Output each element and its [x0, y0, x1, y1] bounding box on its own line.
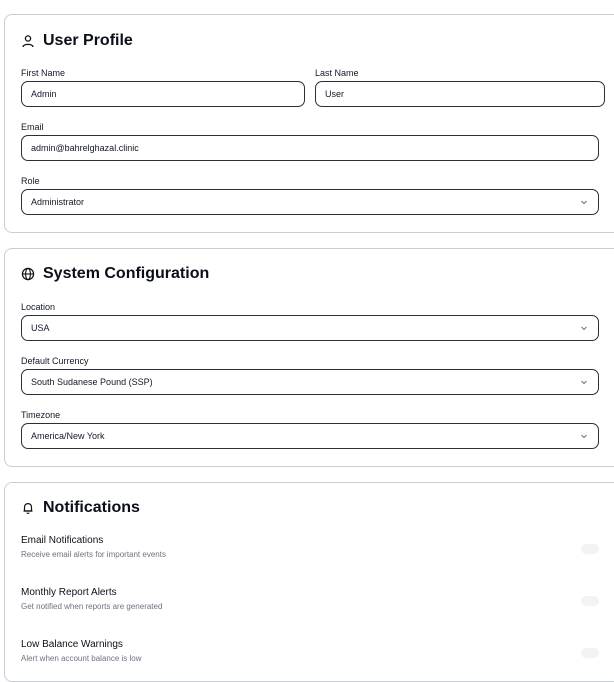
first-name-field[interactable]: Admin: [21, 81, 305, 107]
location-select[interactable]: USA: [21, 315, 599, 341]
notifications-title: Notifications: [43, 499, 140, 516]
notification-title: Monthly Report Alerts: [21, 587, 117, 598]
user-profile-title: User Profile: [43, 32, 133, 49]
user-icon: [22, 35, 34, 48]
last-name-value: User: [325, 89, 345, 99]
bell-icon: [23, 502, 33, 514]
system-configuration-card: System Configuration Location USA Defaul…: [4, 248, 614, 467]
location-label: Location: [21, 302, 56, 312]
currency-select[interactable]: South Sudanese Pound (SSP): [21, 369, 599, 395]
notification-description: Get notified when reports are generated: [21, 602, 163, 611]
notifications-heading: Notifications: [21, 499, 140, 517]
timezone-value: America/New York: [31, 431, 105, 441]
user-profile-card: User Profile First Name Admin Last Name …: [4, 14, 614, 233]
low-balance-warnings-toggle[interactable]: [581, 648, 599, 658]
system-configuration-title: System Configuration: [43, 265, 210, 282]
first-name-label: First Name: [21, 68, 66, 78]
notification-description: Alert when account balance is low: [21, 654, 142, 663]
globe-icon: [21, 267, 35, 281]
monthly-report-alerts-toggle[interactable]: [581, 596, 599, 606]
chevron-down-icon: [581, 434, 587, 439]
currency-value: South Sudanese Pound (SSP): [31, 377, 153, 387]
role-select[interactable]: Administrator: [21, 189, 599, 215]
email-value: admin@bahrelghazal.clinic: [31, 143, 139, 153]
role-label: Role: [21, 176, 40, 186]
system-configuration-heading: System Configuration: [21, 265, 209, 283]
notification-description: Receive email alerts for important event…: [21, 550, 166, 559]
notification-title: Low Balance Warnings: [21, 639, 123, 650]
chevron-down-icon: [581, 326, 587, 331]
user-profile-heading: User Profile: [21, 32, 133, 50]
notification-title: Email Notifications: [21, 535, 104, 546]
email-notifications-toggle[interactable]: [581, 544, 599, 554]
first-name-value: Admin: [31, 89, 57, 99]
chevron-down-icon: [581, 380, 587, 385]
last-name-field[interactable]: User: [315, 81, 605, 107]
email-field[interactable]: admin@bahrelghazal.clinic: [21, 135, 599, 161]
currency-label: Default Currency: [21, 356, 89, 366]
timezone-select[interactable]: America/New York: [21, 423, 599, 449]
chevron-down-icon: [581, 200, 587, 205]
notifications-card: Notifications Email Notifications Receiv…: [4, 482, 614, 682]
location-value: USA: [31, 323, 50, 333]
timezone-label: Timezone: [21, 410, 61, 420]
email-label: Email: [21, 122, 44, 132]
role-value: Administrator: [31, 197, 85, 207]
last-name-label: Last Name: [315, 68, 359, 78]
